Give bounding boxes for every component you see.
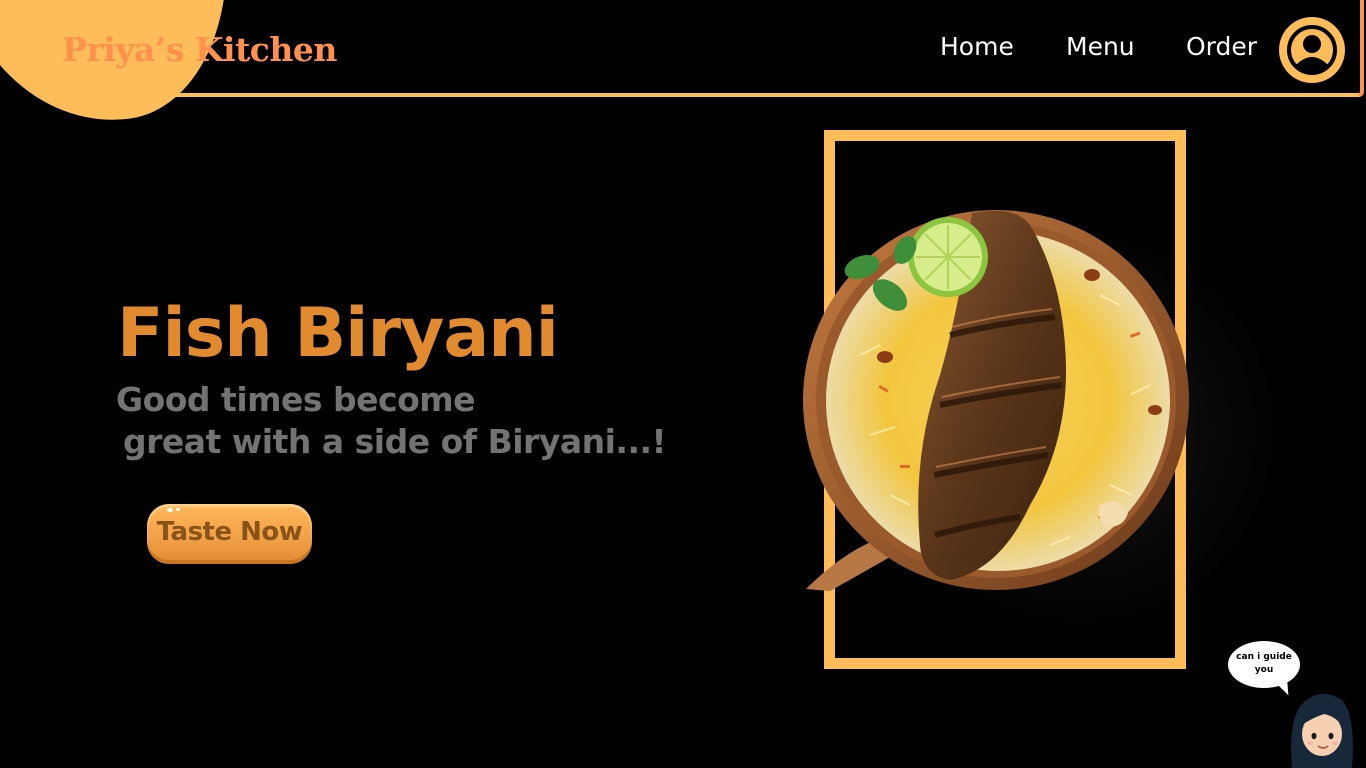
profile-button[interactable] xyxy=(1279,17,1345,83)
header-border-corner xyxy=(1359,0,1364,97)
button-shine-decoration xyxy=(176,508,180,511)
guide-bubble-text: can i guide you xyxy=(1236,652,1292,675)
user-icon xyxy=(1287,25,1337,75)
nav-menu[interactable]: Menu xyxy=(1066,32,1135,61)
fish-biryani-image xyxy=(803,210,1189,591)
hero-subtitle-line-2: great with a side of Biryani...! xyxy=(123,422,667,461)
nav-order[interactable]: Order xyxy=(1186,32,1257,61)
hero-title: Fish Biryani xyxy=(117,294,559,373)
guide-assistant-avatar[interactable] xyxy=(1284,690,1366,768)
button-shine-decoration xyxy=(167,508,173,512)
guide-speech-bubble[interactable]: can i guide you xyxy=(1228,641,1300,688)
header-divider xyxy=(170,93,1360,97)
taste-now-label: Taste Now xyxy=(156,517,303,547)
page: Priya’s Kitchen Home Menu Order Fish Bir… xyxy=(0,0,1366,768)
hero-subtitle-line-1: Good times become xyxy=(116,380,476,419)
brand-logo[interactable]: Priya’s Kitchen xyxy=(62,30,337,69)
header-blob-decoration xyxy=(0,0,249,140)
nav-home[interactable]: Home xyxy=(940,32,1014,61)
taste-now-button[interactable]: Taste Now xyxy=(147,504,312,564)
